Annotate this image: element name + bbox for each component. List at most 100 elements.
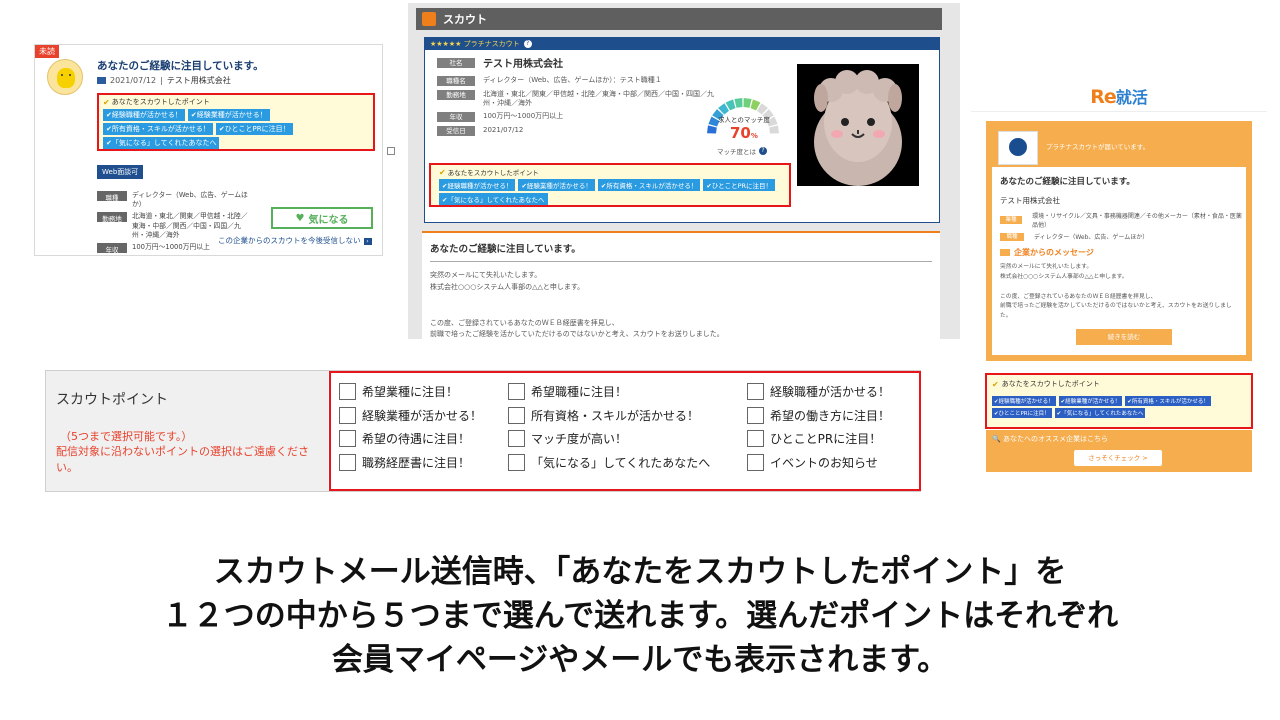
option-checkbox[interactable] <box>747 430 764 448</box>
detail-row: 業種 環境・リサイクル／文具・事務機器関連／その他メーカー（素材・食品・医薬品他） <box>1000 211 1242 229</box>
caption: スカウトメール送信時、「あなたをスカウトしたポイント」を １２つの中から５つまで… <box>0 550 1280 682</box>
scout-point-tag: ✔経験業種が活かせる！ <box>1058 396 1123 406</box>
scout-point-tag: ✔経験業種が活かせる！ <box>187 109 270 121</box>
platinum-label-text: ★★★★★ プラチナスカウト <box>430 40 520 48</box>
detail-value: 環境・リサイクル／文具・事務機器関連／その他メーカー（素材・食品・医薬品他） <box>1032 213 1242 229</box>
match-help-label: マッチ度とは <box>717 148 756 156</box>
decline-label: この企業からのスカウトを今後受信しない <box>218 236 361 245</box>
check-icon: ✔ <box>992 379 999 389</box>
scout-point-tag: ✔所有資格・スキルが活かせる！ <box>103 123 213 135</box>
message-line: この度、ご登録されているあなたのＷＥＢ経歴書を拝見し、 <box>1000 293 1157 300</box>
option-checkbox[interactable] <box>747 406 764 424</box>
scout-point-option[interactable]: 所有資格・スキルが活かせる！ <box>508 404 710 428</box>
detail-value: 100万円～1000万円以上 <box>483 112 564 121</box>
message-line: 前職で培ったご経験を活かしていただけるのではないかと考え、スカウトをお送りしまし… <box>430 330 724 339</box>
detail-value: テスト用株式会社 <box>483 59 563 70</box>
job-detail-rows: 業種 環境・リサイクル／文具・事務機器関連／その他メーカー（素材・食品・医薬品他）… <box>1000 211 1242 241</box>
info-label: 年収 <box>97 242 127 254</box>
scout-title-link[interactable]: あなたのご経験に注目しています。 <box>97 58 264 73</box>
scout-point-option[interactable]: 経験職種が活かせる！ <box>747 380 890 404</box>
scout-point-tag: ✔所有資格・スキルが活かせる！ <box>597 179 701 191</box>
scout-point-option[interactable]: 経験業種が活かせる！ <box>339 404 482 428</box>
scout-detail-panel: スカウト ★★★★★ プラチナスカウト? 社名 テスト用株式会社 職種名 ディレクター… <box>408 3 960 339</box>
scout-point-tag: ✔経験職種が活かせる！ <box>992 396 1056 406</box>
option-label: 所有資格・スキルが活かせる！ <box>531 408 700 423</box>
mail-title: あなたのご経験に注目しています。 <box>1000 177 1135 187</box>
envelope-icon <box>1000 249 1010 256</box>
caption-line-3: 会員マイページやメールでも表示されます。 <box>331 642 949 678</box>
recommend-label: あなたへのオススメ企業はこちら <box>1002 435 1108 443</box>
scout-point-option[interactable]: ひとことPRに注目！ <box>747 427 890 451</box>
detail-label: 業種 <box>1000 216 1023 224</box>
option-checkbox[interactable] <box>339 430 356 448</box>
message-lines: 突然のメールにて失礼いたします。 株式会社○○○システム人事部の△△と申します。 … <box>430 270 932 339</box>
option-label: マッチ度が高い！ <box>531 432 628 447</box>
decline-scout-link[interactable]: この企業からのスカウトを今後受信しない › <box>218 235 372 246</box>
option-checkbox[interactable] <box>508 383 525 401</box>
option-checkbox[interactable] <box>508 453 525 471</box>
help-icon[interactable]: ? <box>523 40 532 48</box>
scout-point-title: スカウトポイント <box>56 392 168 408</box>
scout-point-tag: ✔経験職種が活かせる！ <box>439 179 516 191</box>
scout-point-tag: ✔「気になる」してくれたあなたへ <box>1054 408 1146 418</box>
recommend-banner: 🔍 あなたへのオススメ企業はこちら さっそくチェック > <box>986 430 1252 472</box>
scout-point-option[interactable]: 希望職種に注目！ <box>508 380 710 404</box>
mail-card-header: プラチナスカウトが届いています。 <box>992 129 1246 167</box>
option-checkbox[interactable] <box>508 406 525 424</box>
scout-point-option[interactable]: 「気になる」してくれたあなたへ <box>508 451 710 475</box>
scout-points-heading: ✔ あなたをスカウトしたポイント <box>439 167 781 178</box>
option-checkbox[interactable] <box>339 453 356 471</box>
scout-point-option[interactable]: イベントのお知らせ <box>747 451 890 475</box>
gauge-segment <box>734 98 743 108</box>
option-label: 希望職種に注目！ <box>531 385 628 400</box>
scout-point-option[interactable]: 職務経歴書に注目！ <box>339 451 482 475</box>
message-line: 株式会社○○○システム人事部の△△と申します。 <box>430 282 585 291</box>
company-name: テスト用株式会社 <box>166 76 231 85</box>
caption-line-2: １２つの中から５つまで選んで送れます。選んだポイントはそれぞれ <box>161 598 1119 634</box>
scout-date: 2021/07/12 <box>110 76 157 85</box>
points-heading-label: あなたをスカウトしたポイント <box>1001 380 1100 388</box>
gauge-segment <box>769 125 779 134</box>
scout-point-tags: ✔経験職種が活かせる！ ✔経験業種が活かせる！ ✔所有資格・スキルが活かせる！ ✔ひと… <box>439 179 781 205</box>
scout-point-option[interactable]: 希望の待遇に注目！ <box>339 427 482 451</box>
message-line: 株式会社○○○システム人事部の△△と申します。 <box>1000 273 1128 280</box>
detail-row: 職種名 ディレクター（Web、広告、ゲームほか）：テスト職種１ <box>437 75 799 86</box>
option-checkbox[interactable] <box>339 406 356 424</box>
company-name: テスト用株式会社 <box>1000 196 1060 205</box>
option-checkbox[interactable] <box>339 383 356 401</box>
mail-card-body: あなたのご経験に注目しています。 テスト用株式会社 業種 環境・リサイクル／文具・… <box>1000 175 1242 322</box>
match-help-link[interactable]: マッチ度とは? <box>717 146 767 156</box>
check-now-button[interactable]: さっそくチェック > <box>1074 450 1162 466</box>
option-label: 希望の待遇に注目！ <box>362 432 471 447</box>
arrow-right-icon: › <box>363 238 372 245</box>
select-checkbox[interactable] <box>387 147 395 155</box>
scout-point-option[interactable]: マッチ度が高い！ <box>508 427 710 451</box>
detail-value: 北海道・東北／関東／甲信越・北陸／東海・中部／関西／中国・四国／九州・沖縄／海外 <box>483 89 714 107</box>
scout-point-option[interactable]: 希望の働き方に注目！ <box>747 404 890 428</box>
check-icon: ✔ <box>103 97 110 107</box>
message-line: この度、ご登録されているあなたのＷＥＢ経歴書を拝見し、 <box>430 318 619 327</box>
web-interview-badge: Web面談可 <box>97 165 144 179</box>
option-column: 希望業種に注目！ 経験業種が活かせる！ 希望の待遇に注目！ 職務経歴書に注目！ <box>339 380 482 474</box>
option-checkbox[interactable] <box>508 430 525 448</box>
option-label: 「気になる」してくれたあなたへ <box>531 455 711 470</box>
option-checkbox[interactable] <box>747 383 764 401</box>
kininaru-label: 気になる <box>308 214 349 226</box>
mail-icon <box>97 77 106 84</box>
scout-point-tag: ✔ひとことPRに注目！ <box>703 179 776 191</box>
message-line <box>430 294 932 306</box>
detail-row: 社名 テスト用株式会社 <box>437 58 799 72</box>
scout-points-heading: ✔ あなたをスカウトしたポイント <box>103 97 369 107</box>
info-label: 職種 <box>97 191 127 202</box>
selection-limit-note: （5つまで選択可能です。） <box>60 430 193 443</box>
option-checkbox[interactable] <box>747 453 764 471</box>
re-shukatsu-mail-panel: Re就活 プラチナスカウトが届いています。 あなたのご経験に注目しています。 テ… <box>971 82 1267 478</box>
info-label: 勤務地 <box>97 212 127 223</box>
points-heading-label: あなたをスカウトしたポイント <box>447 169 539 177</box>
detail-label: 年収 <box>437 112 475 123</box>
scout-point-option[interactable]: 希望業種に注目！ <box>339 380 482 404</box>
scout-point-tag: ✔「気になる」してくれたあなたへ <box>103 137 220 149</box>
kininaru-button[interactable]: ♥ 気になる <box>271 207 373 229</box>
read-more-button[interactable]: 続きを読む <box>1076 329 1172 345</box>
chick-icon <box>57 68 75 88</box>
